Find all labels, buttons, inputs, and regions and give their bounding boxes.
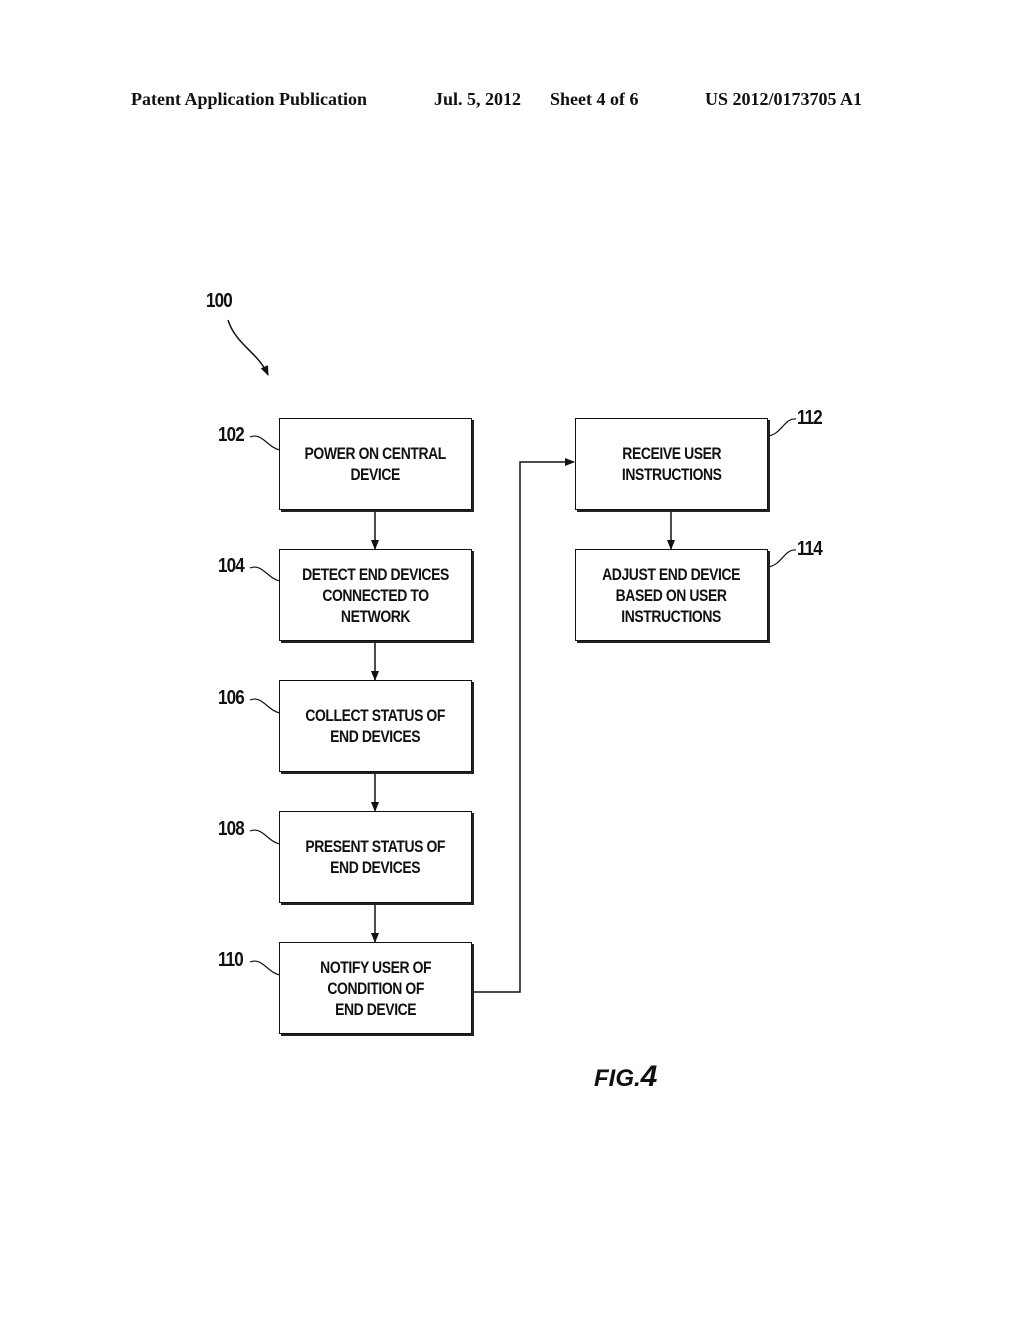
publication-date: Jul. 5, 2012 [434, 89, 522, 109]
step-box-108: PRESENT STATUS OF END DEVICES [279, 811, 472, 903]
leader-114 [767, 549, 797, 568]
step-box-112: RECEIVE USER INSTRUCTIONS [575, 418, 768, 510]
leader-112 [767, 418, 797, 437]
leader-102 [249, 435, 281, 451]
leader-108 [249, 829, 281, 845]
step-ref-114: 114 [797, 538, 823, 560]
patent-number: US 2012/0173705 A1 [705, 89, 863, 109]
step-box-106: COLLECT STATUS OF END DEVICES [279, 680, 472, 772]
step-ref-112: 112 [797, 407, 823, 429]
leader-106 [249, 698, 281, 714]
publication-type: Patent Application Publication [131, 89, 368, 109]
reference-100-arrow [227, 319, 269, 376]
step-ref-110: 110 [218, 949, 244, 971]
step-box-114: ADJUST END DEVICE BASED ON USER INSTRUCT… [575, 549, 768, 641]
connectors [227, 319, 797, 993]
reference-label-100: 100 [206, 290, 233, 312]
figure-label: FIG.4 [594, 1060, 658, 1093]
step-ref-108: 108 [218, 818, 245, 840]
step-box-104: DETECT END DEVICES CONNECTED TO NETWORK [279, 549, 472, 641]
step-box-102: POWER ON CENTRAL DEVICE [279, 418, 472, 510]
step-ref-104: 104 [218, 555, 245, 577]
leader-104 [249, 566, 281, 582]
step-ref-102: 102 [218, 424, 245, 446]
leader-110 [249, 960, 281, 976]
arrow-110-112 [472, 458, 575, 993]
step-ref-106: 106 [218, 687, 245, 709]
step-box-110: NOTIFY USER OF CONDITION OF END DEVICE [279, 942, 472, 1034]
sheet-number: Sheet 4 of 6 [550, 89, 639, 109]
